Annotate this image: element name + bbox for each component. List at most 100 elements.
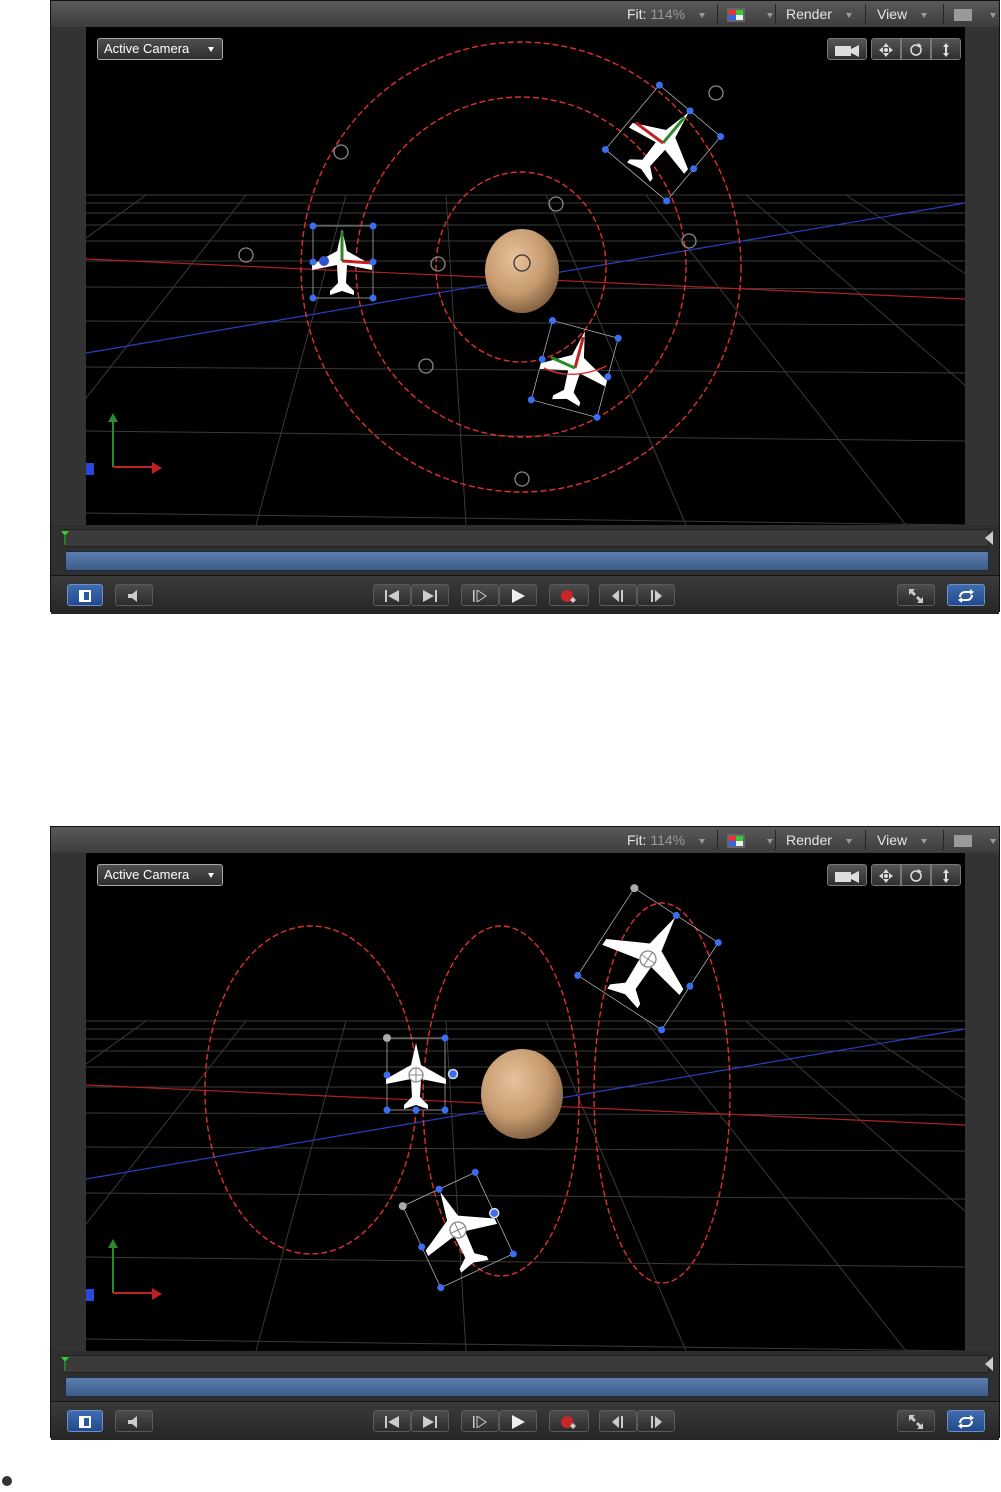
3d-view-tools	[827, 38, 961, 60]
chevron-down-icon	[845, 12, 852, 18]
step-back-icon	[612, 589, 623, 602]
out-point-icon[interactable]	[985, 531, 993, 545]
expand-icon	[909, 588, 923, 603]
next-frame-button[interactable]	[637, 584, 675, 606]
out-point-icon[interactable]	[985, 1357, 993, 1371]
play-range-bar[interactable]	[65, 1377, 989, 1397]
chevron-down-icon	[699, 12, 706, 18]
layout-icon	[954, 835, 972, 848]
play-range-bar[interactable]	[65, 551, 989, 571]
divider	[717, 4, 718, 24]
dolly-button[interactable]	[931, 38, 961, 60]
airplane-layer[interactable]	[397, 1167, 518, 1293]
skip-start-icon	[385, 589, 399, 602]
chevron-down-icon	[845, 838, 852, 844]
chevron-down-icon	[920, 12, 927, 18]
loop-icon	[958, 1414, 974, 1429]
render-label: Render	[786, 6, 832, 22]
timeline-toggle-button[interactable]	[67, 1410, 103, 1432]
color-channels-icon	[727, 8, 745, 23]
chevron-down-icon	[920, 838, 927, 844]
play-button[interactable]	[499, 1410, 537, 1432]
canvas-viewer: Fit: 114% Render View Active Camera	[50, 0, 1000, 614]
timeline-ruler[interactable]	[65, 529, 989, 547]
chevron-down-icon	[208, 873, 214, 878]
camera-menu-button[interactable]	[827, 864, 867, 886]
skip-end-icon	[423, 589, 437, 602]
timeline-toggle-button[interactable]	[67, 584, 103, 606]
playhead-icon[interactable]	[61, 1357, 71, 1371]
fit-menu[interactable]: Fit: 114%	[627, 827, 706, 853]
go-to-start-button[interactable]	[373, 1410, 411, 1432]
dolly-icon	[943, 868, 949, 883]
play-from-start-button[interactable]	[461, 1410, 499, 1432]
full-screen-button[interactable]	[897, 1410, 935, 1432]
play-button[interactable]	[499, 584, 537, 606]
orbit-icon	[910, 42, 922, 56]
view-label: View	[877, 6, 908, 22]
scene-render	[86, 883, 965, 1351]
render-menu[interactable]: Render	[786, 827, 852, 853]
audio-button[interactable]	[115, 1410, 153, 1432]
active-camera-menu[interactable]: Active Camera	[97, 864, 223, 886]
orbit-icon	[910, 868, 922, 882]
layout-menu[interactable]	[954, 827, 996, 853]
color-channels-menu[interactable]	[727, 827, 773, 853]
orbit-button[interactable]	[901, 864, 931, 886]
active-camera-menu[interactable]: Active Camera	[97, 38, 223, 60]
sidebar-icon	[79, 1415, 91, 1428]
left-margin	[51, 853, 86, 1351]
playhead-icon[interactable]	[61, 531, 71, 545]
play-from-start-button[interactable]	[461, 584, 499, 606]
go-to-end-button[interactable]	[411, 1410, 449, 1432]
view-menu[interactable]: View	[877, 827, 927, 853]
record-button[interactable]	[549, 1410, 589, 1432]
view-label: View	[877, 832, 908, 848]
skip-start-icon	[385, 1415, 399, 1428]
axis-gizmo-icon	[86, 413, 162, 475]
planet-sphere[interactable]	[481, 1049, 563, 1139]
previous-frame-button[interactable]	[599, 1410, 637, 1432]
view-menu[interactable]: View	[877, 1, 927, 27]
timeline-ruler[interactable]	[65, 1355, 989, 1373]
scene-canvas[interactable]: Active Camera	[86, 27, 965, 525]
transport-controls	[51, 575, 999, 614]
dolly-button[interactable]	[931, 864, 961, 886]
pan-icon	[879, 42, 893, 57]
loop-icon	[958, 588, 974, 603]
play-from-start-icon	[473, 1414, 487, 1429]
pan-button[interactable]	[871, 38, 901, 60]
pan-button[interactable]	[871, 864, 901, 886]
go-to-start-button[interactable]	[373, 584, 411, 606]
layout-menu[interactable]	[954, 1, 996, 27]
divider	[865, 830, 866, 850]
full-screen-button[interactable]	[897, 584, 935, 606]
previous-frame-button[interactable]	[599, 584, 637, 606]
color-channels-icon	[727, 834, 745, 849]
camera-menu-button[interactable]	[827, 38, 867, 60]
loop-button[interactable]	[947, 1410, 985, 1432]
speaker-icon	[128, 589, 137, 602]
airplane-layer[interactable]	[600, 80, 725, 206]
color-channels-menu[interactable]	[727, 1, 773, 27]
camera-menu-label: Active Camera	[104, 867, 190, 882]
airplane-layer[interactable]	[527, 316, 622, 421]
scene-canvas[interactable]: Active Camera	[86, 853, 965, 1351]
airplane-layer[interactable]	[572, 883, 723, 1035]
fit-menu[interactable]: Fit: 114%	[627, 1, 706, 27]
fit-value: 114%	[650, 6, 686, 22]
expand-icon	[909, 1414, 923, 1429]
loop-button[interactable]	[947, 584, 985, 606]
divider	[943, 4, 944, 24]
render-menu[interactable]: Render	[786, 1, 852, 27]
chevron-down-icon	[989, 838, 996, 844]
go-to-end-button[interactable]	[411, 584, 449, 606]
audio-button[interactable]	[115, 584, 153, 606]
skip-end-icon	[423, 1415, 437, 1428]
next-frame-button[interactable]	[637, 1410, 675, 1432]
fit-label: Fit:	[627, 6, 647, 22]
airplane-layer[interactable]	[309, 222, 377, 302]
orbit-button[interactable]	[901, 38, 931, 60]
record-button[interactable]	[549, 584, 589, 606]
scene-render	[86, 41, 965, 525]
